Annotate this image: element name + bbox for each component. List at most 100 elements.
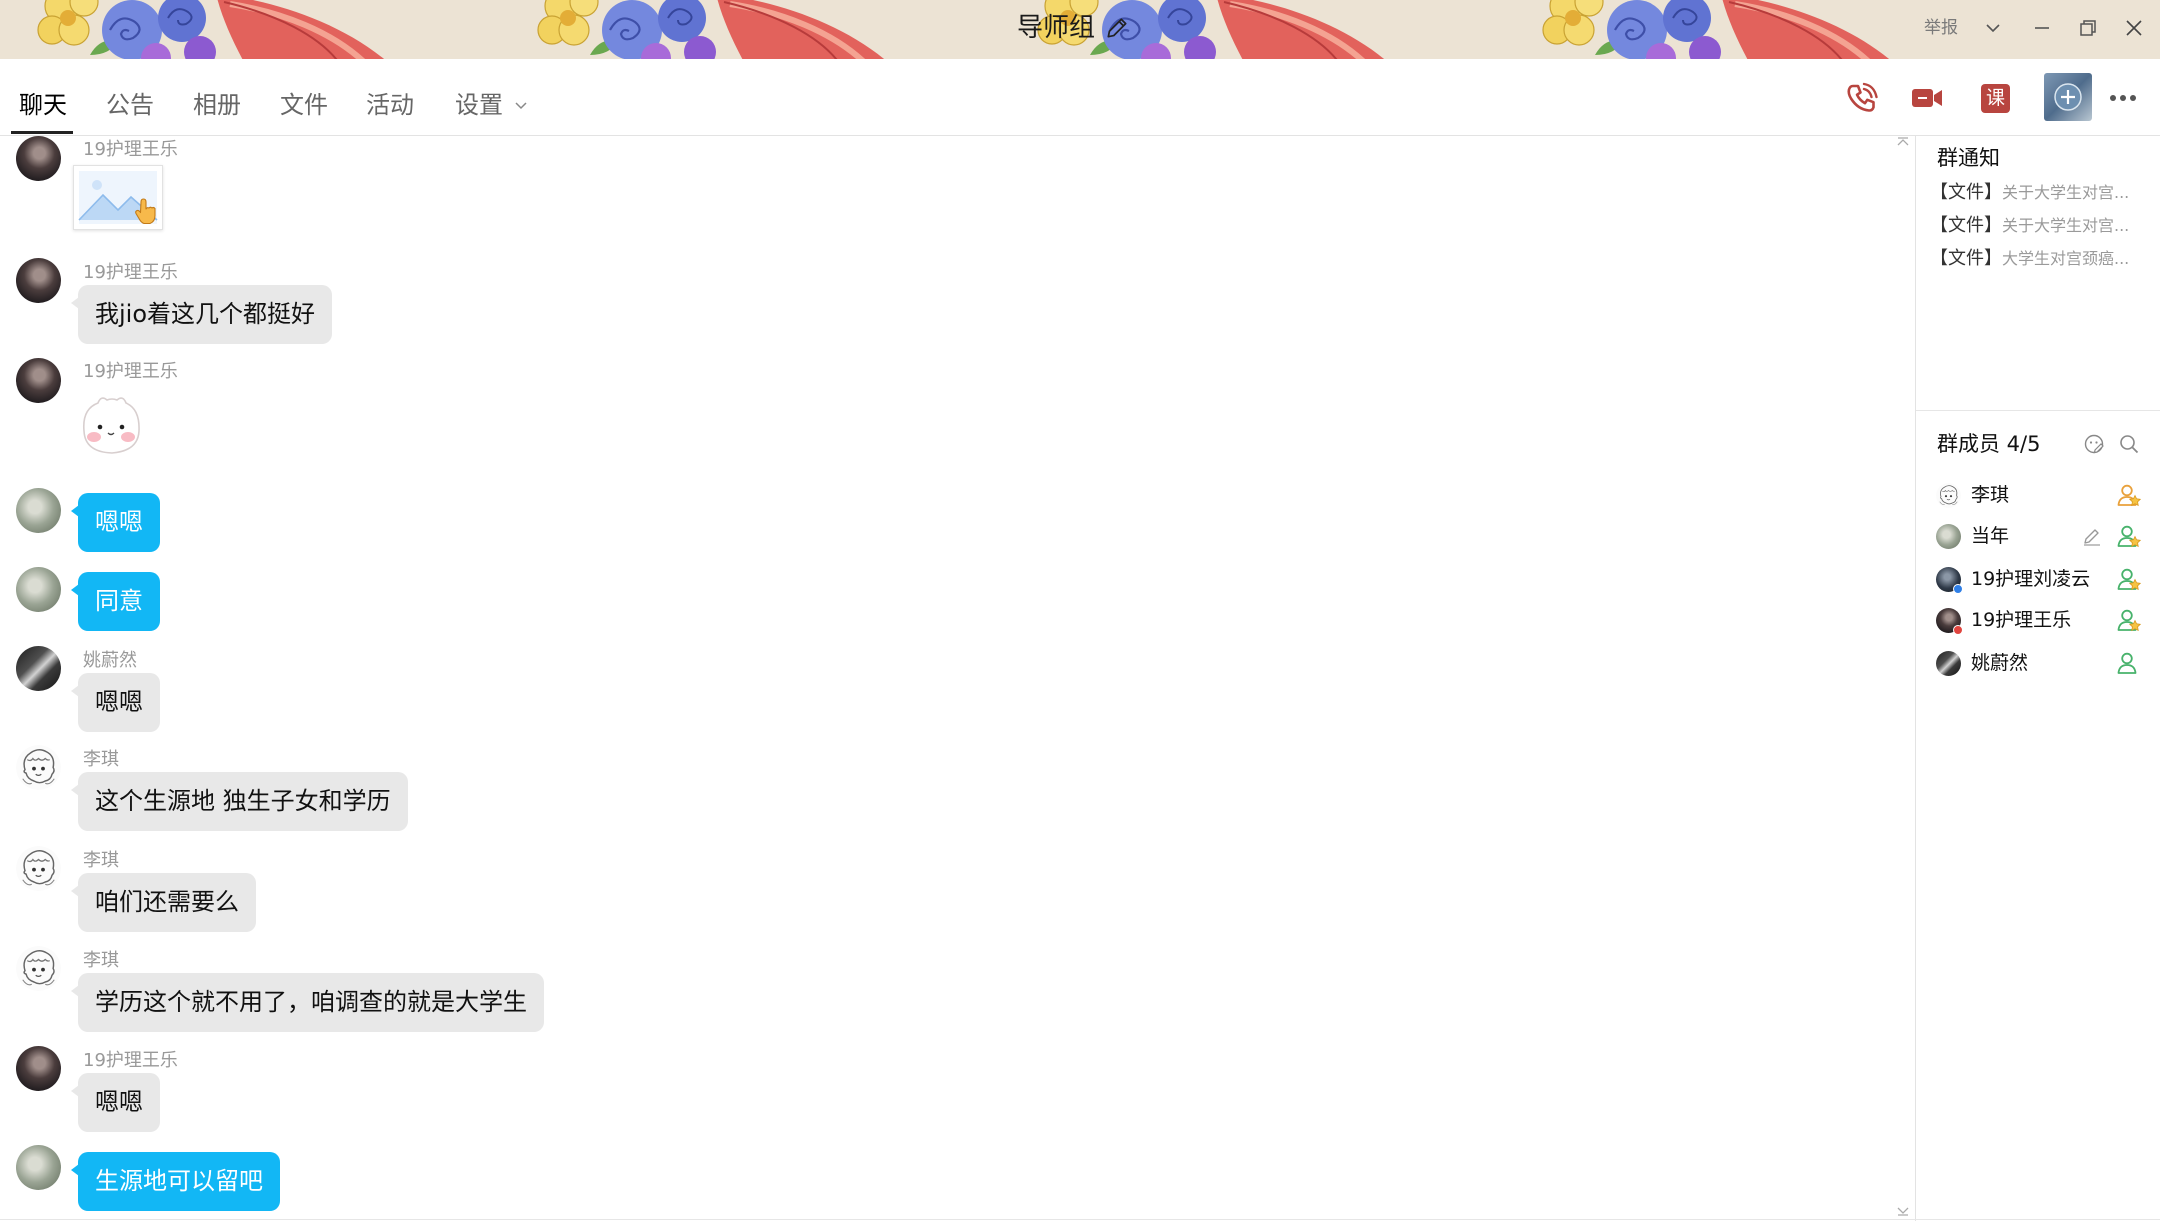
avatar[interactable]: [16, 358, 61, 403]
member-icon: [2117, 651, 2141, 675]
sender-name[interactable]: 19护理王乐: [83, 263, 178, 283]
more-icon[interactable]: [2106, 81, 2140, 115]
message-item: 生源地可以留吧: [0, 1145, 1800, 1221]
message-item: 19护理王乐 我jio着这几个都挺好: [0, 258, 1800, 348]
restore-icon[interactable]: [2073, 13, 2103, 43]
message-item: 李琪 学历这个就不用了，咱调查的就是大学生: [0, 946, 1800, 1036]
tab-label: 活动: [366, 91, 414, 119]
message-bubble[interactable]: 生源地可以留吧: [71, 1152, 280, 1211]
message-bubble[interactable]: 学历这个就不用了，咱调查的就是大学生: [71, 973, 544, 1032]
notice-tag: 【文件】: [1930, 215, 2002, 236]
edit-icon[interactable]: [1104, 15, 1130, 41]
admin-icon: [2117, 608, 2141, 632]
notice-item[interactable]: 【文件】关于大学生对宫...: [1930, 182, 2155, 204]
avatar[interactable]: [16, 136, 61, 181]
members-title: 群成员 4/5: [1937, 432, 2041, 456]
tab-settings[interactable]: 设置: [455, 87, 528, 123]
member-name: 姚蔚然: [1971, 652, 2029, 674]
avatar[interactable]: [16, 946, 61, 991]
tab-label: 公告: [106, 91, 154, 119]
message-bubble[interactable]: 我jio着这几个都挺好: [70, 285, 333, 344]
minimize-icon[interactable]: [2027, 13, 2057, 43]
member-row[interactable]: 李琪: [1916, 483, 2160, 507]
message-item: 姚蔚然 嗯嗯: [0, 646, 1800, 736]
report-button[interactable]: 举报: [1924, 17, 1958, 39]
avatar[interactable]: [16, 846, 61, 891]
tab-chat[interactable]: 聊天: [11, 87, 73, 134]
edit-icon[interactable]: [2081, 525, 2103, 547]
notice-text: 大学生对宫颈癌...: [2002, 249, 2130, 268]
group-side-panel: 群通知 【文件】关于大学生对宫... 【文件】关于大学生对宫... 【文件】大学…: [1915, 136, 2160, 1221]
avatar: [1936, 608, 1963, 635]
owner-icon: [2117, 483, 2141, 507]
avatar[interactable]: [16, 258, 61, 303]
search-icon[interactable]: [2118, 433, 2140, 455]
sender-name[interactable]: 姚蔚然: [83, 651, 137, 671]
sender-name[interactable]: 李琪: [83, 951, 119, 971]
notice-item[interactable]: 【文件】大学生对宫颈癌...: [1930, 248, 2155, 270]
scroll-down-icon[interactable]: [1896, 1203, 1910, 1217]
chevron-down-icon: [515, 102, 527, 110]
phone-icon[interactable]: [1845, 81, 1879, 115]
tab-announcements[interactable]: 公告: [106, 87, 154, 123]
chevron-down-icon[interactable]: [1978, 13, 2008, 43]
message-item: 李琪 咱们还需要么: [0, 846, 1800, 936]
avatar[interactable]: [16, 567, 61, 612]
scroll-up-icon[interactable]: [1896, 136, 1910, 150]
course-icon[interactable]: 课: [1981, 84, 2010, 113]
member-row[interactable]: 19护理王乐: [1916, 608, 2160, 635]
avatar[interactable]: [16, 646, 61, 691]
message-bubble[interactable]: 嗯嗯: [71, 673, 160, 732]
status-badge: [1953, 625, 1963, 635]
avatar[interactable]: [16, 1145, 61, 1190]
sender-name[interactable]: 李琪: [83, 851, 119, 871]
member-row[interactable]: 19护理刘凌云: [1916, 567, 2160, 594]
avatar[interactable]: [16, 1046, 61, 1091]
chat-messages-area[interactable]: 19护理王乐 19护理王乐 我jio着这几个都挺好 19护理王乐 嗯嗯 同意 姚…: [0, 136, 1914, 1221]
bear-sticker-icon[interactable]: [76, 391, 147, 459]
notice-text: 关于大学生对宫...: [2002, 183, 2130, 202]
tab-album[interactable]: 相册: [193, 87, 241, 123]
member-name: 当年: [1971, 525, 2010, 547]
message-bubble[interactable]: 这个生源地 独生子女和学历: [71, 772, 408, 831]
member-row[interactable]: 姚蔚然: [1916, 651, 2160, 676]
divider: [0, 1219, 2160, 1220]
member-name: 19护理王乐: [1971, 609, 2072, 631]
message-item: 19护理王乐: [0, 358, 1800, 454]
admin-icon: [2117, 524, 2141, 548]
notice-tag: 【文件】: [1930, 248, 2002, 269]
qq-group-chat-window: 导师组 举报 聊天 公告 相册 文件 活动 设置 课 19护理王乐 19护理王乐…: [0, 0, 2160, 1221]
member-name: 李琪: [1971, 484, 2010, 506]
window-title: 导师组: [1017, 13, 1096, 43]
notice-tag: 【文件】: [1930, 182, 2002, 203]
message-item: 19护理王乐 嗯嗯: [0, 1046, 1800, 1136]
tab-bar: 聊天 公告 相册 文件 活动 设置 课: [0, 59, 2160, 136]
sender-name[interactable]: 19护理王乐: [83, 140, 178, 160]
avatar[interactable]: [16, 745, 61, 790]
message-bubble[interactable]: 嗯嗯: [71, 493, 160, 552]
sender-name[interactable]: 李琪: [83, 750, 119, 770]
image-placeholder-icon[interactable]: [73, 165, 163, 230]
avatar: [1936, 524, 1961, 549]
message-bubble[interactable]: 同意: [71, 572, 160, 631]
message-item: 同意: [0, 567, 1800, 657]
message-bubble[interactable]: 嗯嗯: [71, 1073, 160, 1132]
avatar[interactable]: [16, 488, 61, 533]
close-icon[interactable]: [2119, 13, 2149, 43]
sender-name[interactable]: 19护理王乐: [83, 362, 178, 382]
message-bubble[interactable]: 咱们还需要么: [71, 873, 256, 932]
member-row[interactable]: 当年: [1916, 524, 2160, 549]
title-bar[interactable]: 导师组 举报: [0, 0, 2160, 59]
notices-title[interactable]: 群通知: [1937, 146, 2000, 170]
notice-item[interactable]: 【文件】关于大学生对宫...: [1930, 215, 2155, 237]
sender-name[interactable]: 19护理王乐: [83, 1051, 178, 1071]
admin-icon: [2117, 567, 2141, 591]
tab-files[interactable]: 文件: [280, 87, 328, 123]
avatar: [1936, 483, 1961, 508]
member-manage-icon[interactable]: [2083, 433, 2105, 455]
app-plus-icon[interactable]: [2044, 73, 2092, 121]
video-call-icon[interactable]: [1910, 81, 1944, 115]
tab-label: 相册: [193, 91, 241, 119]
message-item: 李琪 这个生源地 独生子女和学历: [0, 745, 1800, 835]
tab-activities[interactable]: 活动: [366, 87, 414, 123]
